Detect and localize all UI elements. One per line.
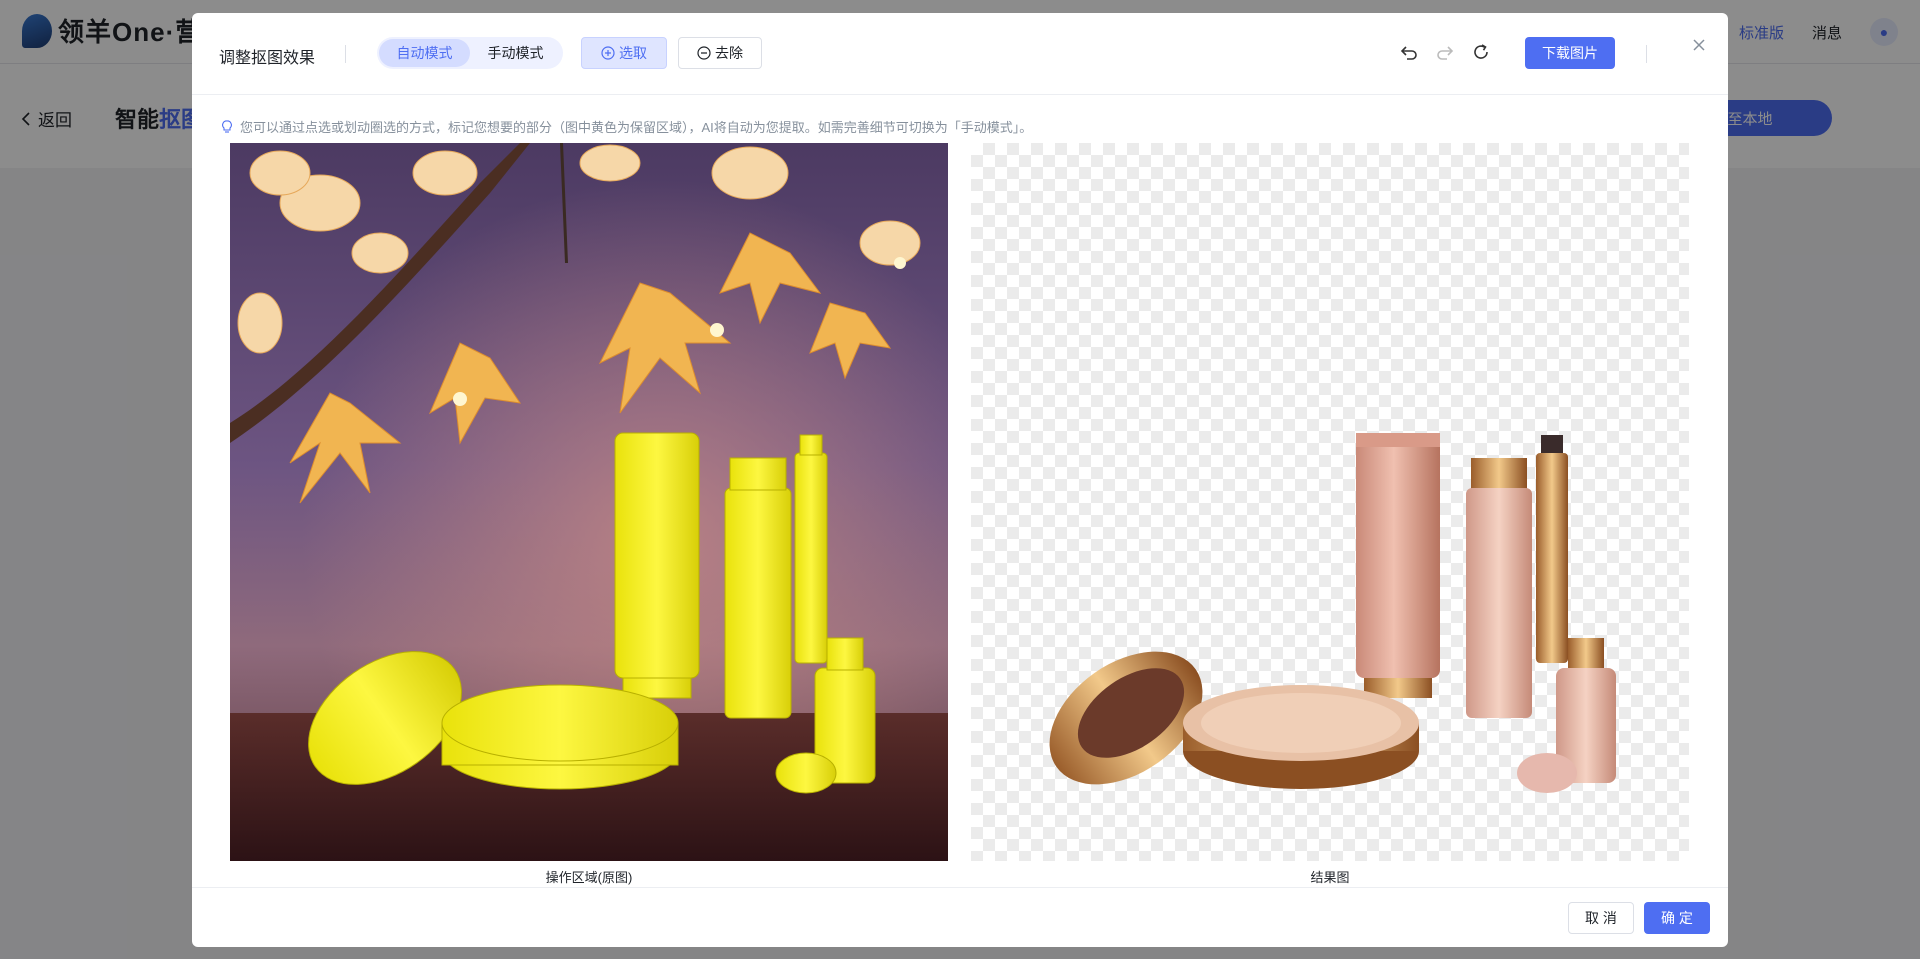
history-tools [1400,43,1490,61]
result-panel-label: 结果图 [1310,870,1350,885]
original-panel-label: 操作区域(原图) [545,870,633,885]
result-canvas [971,143,1689,861]
reset-icon[interactable] [1472,43,1490,61]
auto-mode-tab[interactable]: 自动模式 [379,39,470,67]
adjust-cutout-modal: 调整抠图效果 自动模式 手动模式 选取 去除 下载图片 您可以通过点选或划动圈选… [192,13,1728,947]
original-image[interactable] [230,143,948,861]
mode-switch: 自动模式 手动模式 [377,37,563,69]
select-label: 选取 [619,45,647,61]
lightbulb-icon [222,119,232,133]
hint-text: 您可以通过点选或划动圈选的方式，标记您想要的部分（图中黄色为保留区域），AI将自… [220,117,1032,136]
remove-label: 去除 [715,45,743,61]
modal-title: 调整抠图效果 [219,50,316,67]
select-button[interactable]: 选取 [581,37,667,69]
cancel-button[interactable]: 取 消 [1568,902,1634,934]
close-icon[interactable] [1689,35,1709,55]
manual-mode-tab[interactable]: 手动模式 [470,39,561,67]
minus-circle-icon [697,46,711,60]
divider [345,45,346,63]
operation-canvas[interactable] [230,143,948,861]
undo-icon[interactable] [1400,43,1418,61]
redo-icon[interactable] [1436,43,1454,61]
modal-footer: 取 消 确 定 [192,887,1728,947]
confirm-button[interactable]: 确 定 [1644,902,1710,934]
hint-label: 您可以通过点选或划动圈选的方式，标记您想要的部分（图中黄色为保留区域），AI将自… [240,120,1033,135]
result-image [1049,433,1616,793]
divider [1646,45,1647,63]
download-image-button[interactable]: 下载图片 [1525,37,1615,69]
remove-button[interactable]: 去除 [678,37,762,69]
plus-circle-icon [601,46,615,60]
modal-header: 调整抠图效果 自动模式 手动模式 选取 去除 下载图片 [192,13,1728,95]
